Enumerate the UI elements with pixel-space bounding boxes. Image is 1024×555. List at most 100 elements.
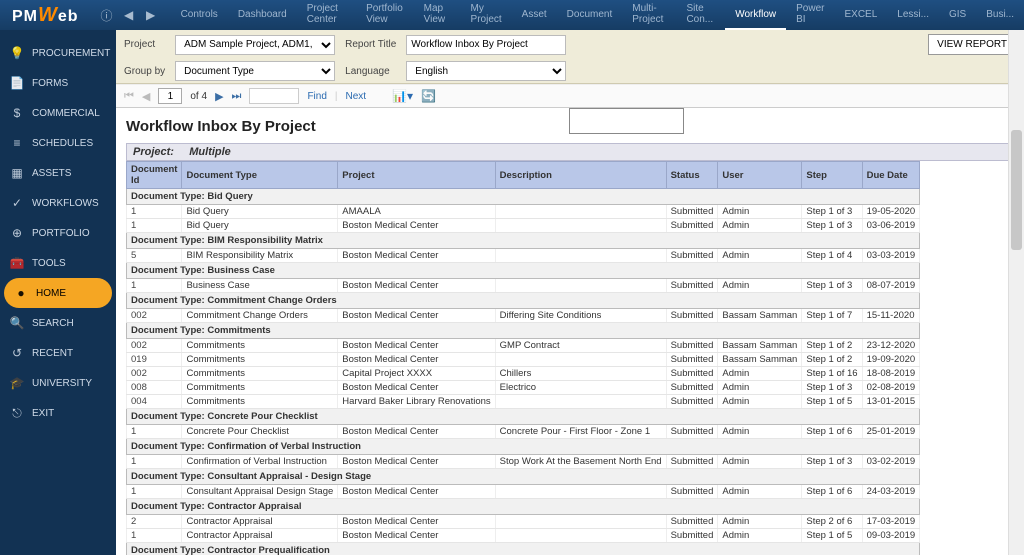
column-header[interactable]: Due Date <box>862 162 920 189</box>
sidebar-item[interactable]: 🔍SEARCH <box>0 308 116 338</box>
sidebar-item[interactable]: 🧰TOOLS <box>0 248 116 278</box>
nav-next-icon[interactable]: ▶ <box>143 7 159 23</box>
sidebar-icon: ▦ <box>10 166 24 180</box>
cell: Step 1 of 6 <box>802 425 862 439</box>
top-menu-item[interactable]: Portfolio View <box>356 0 414 30</box>
group-header[interactable]: Document Type: Concrete Pour Checklist <box>127 409 920 425</box>
group-header[interactable]: Document Type: Commitment Change Orders <box>127 293 920 309</box>
group-header[interactable]: Document Type: Commitments <box>127 323 920 339</box>
table-row[interactable]: 1Concrete Pour ChecklistBoston Medical C… <box>127 425 920 439</box>
pager-prev-icon[interactable]: ◀ <box>142 90 150 103</box>
group-header[interactable]: Document Type: Consultant Appraisal - De… <box>127 469 920 485</box>
sidebar-item[interactable]: ≡SCHEDULES <box>0 128 116 158</box>
top-menu-item[interactable]: Multi-Project <box>622 0 676 30</box>
top-menu-item[interactable]: EXCEL <box>835 0 888 30</box>
group-header[interactable]: Document Type: Bid Query <box>127 189 920 205</box>
sidebar-item[interactable]: 💡PROCUREMENT <box>0 38 116 68</box>
table-row[interactable]: 002Commitment Change OrdersBoston Medica… <box>127 309 920 323</box>
sidebar-item[interactable]: 📄FORMS <box>0 68 116 98</box>
top-menu-item[interactable]: Site Con... <box>676 0 725 30</box>
column-header[interactable]: Step <box>802 162 862 189</box>
table-row[interactable]: 002CommitmentsBoston Medical CenterGMP C… <box>127 339 920 353</box>
cell: Commitments <box>182 339 338 353</box>
sidebar-icon: $ <box>10 106 24 120</box>
refresh-icon[interactable]: 🔄 <box>421 89 436 103</box>
top-menu-item[interactable]: Controls <box>171 0 228 30</box>
cell: Boston Medical Center <box>338 219 495 233</box>
project-band: Project: Multiple <box>126 143 1014 161</box>
table-row[interactable]: 1Consultant Appraisal Design StageBoston… <box>127 485 920 499</box>
table-row[interactable]: 1Bid QueryBoston Medical CenterSubmitted… <box>127 219 920 233</box>
table-row[interactable]: 1Confirmation of Verbal InstructionBosto… <box>127 455 920 469</box>
sidebar-item[interactable]: ✓WORKFLOWS <box>0 188 116 218</box>
top-menu-item[interactable]: Asset <box>512 0 557 30</box>
pager-page-input[interactable] <box>158 88 182 104</box>
table-row[interactable]: 2Contractor AppraisalBoston Medical Cent… <box>127 515 920 529</box>
group-header[interactable]: Document Type: Business Case <box>127 263 920 279</box>
sidebar: 💡PROCUREMENT📄FORMS$COMMERCIAL≡SCHEDULES▦… <box>0 30 116 555</box>
column-header[interactable]: Description <box>495 162 666 189</box>
report-title-input[interactable] <box>406 35 566 55</box>
language-select[interactable]: English <box>406 61 566 81</box>
pager-last-icon[interactable]: ⏭ <box>232 90 242 103</box>
cell: Submitted <box>666 485 718 499</box>
pager-next-icon[interactable]: ▶ <box>215 90 223 103</box>
table-row[interactable]: 1Business CaseBoston Medical CenterSubmi… <box>127 279 920 293</box>
top-menu-item[interactable]: Document <box>557 0 623 30</box>
group-by-select[interactable]: Document Type <box>175 61 335 81</box>
sidebar-item[interactable]: ⎋EXIT <box>0 398 116 428</box>
sidebar-icon: 🔍 <box>10 316 24 330</box>
table-row[interactable]: 019CommitmentsBoston Medical CenterSubmi… <box>127 353 920 367</box>
top-menu-item[interactable]: Map View <box>414 0 461 30</box>
pager-find-link[interactable]: Find <box>307 91 326 102</box>
top-bar-icons: ⓘ ◀ ▶ <box>91 7 167 23</box>
group-header[interactable]: Document Type: Contractor Prequalificati… <box>127 543 920 555</box>
sidebar-item[interactable]: ↺RECENT <box>0 338 116 368</box>
sidebar-item[interactable]: 🎓UNIVERSITY <box>0 368 116 398</box>
nav-prev-icon[interactable]: ◀ <box>121 7 137 23</box>
group-header[interactable]: Document Type: Confirmation of Verbal In… <box>127 439 920 455</box>
cell: Harvard Baker Library Renovations <box>338 395 495 409</box>
pager-first-icon[interactable]: ⏮ <box>124 90 134 103</box>
pager-of-label: of 4 <box>190 91 207 102</box>
table-row[interactable]: 5BIM Responsibility MatrixBoston Medical… <box>127 249 920 263</box>
sidebar-item[interactable]: ⊕PORTFOLIO <box>0 218 116 248</box>
column-header[interactable]: Document Type <box>182 162 338 189</box>
column-header[interactable]: User <box>718 162 802 189</box>
column-header[interactable]: Document Id <box>127 162 182 189</box>
project-select[interactable]: ADM Sample Project, ADM1, AHC01, AM... <box>175 35 335 55</box>
top-menu-item[interactable]: GIS <box>939 0 976 30</box>
table-row[interactable]: 002CommitmentsCapital Project XXXXChille… <box>127 367 920 381</box>
vertical-scrollbar[interactable] <box>1008 30 1024 555</box>
sidebar-item[interactable]: ●HOME <box>4 278 112 308</box>
top-menu: ControlsDashboardProject CenterPortfolio… <box>171 0 1024 30</box>
table-row[interactable]: 004CommitmentsHarvard Baker Library Reno… <box>127 395 920 409</box>
top-menu-item[interactable]: Dashboard <box>228 0 297 30</box>
table-row[interactable]: 1Contractor AppraisalBoston Medical Cent… <box>127 529 920 543</box>
top-menu-item[interactable]: Power BI <box>786 0 834 30</box>
cell: Boston Medical Center <box>338 279 495 293</box>
cell: Consultant Appraisal Design Stage <box>182 485 338 499</box>
view-report-button[interactable]: VIEW REPORT <box>928 34 1016 55</box>
top-menu-item[interactable]: Project Center <box>297 0 356 30</box>
sidebar-item[interactable]: ▦ASSETS <box>0 158 116 188</box>
cell: Commitments <box>182 381 338 395</box>
top-menu-item[interactable]: Lessi... <box>887 0 939 30</box>
table-row[interactable]: 008CommitmentsBoston Medical CenterElect… <box>127 381 920 395</box>
top-menu-item[interactable]: Workflow <box>725 0 786 30</box>
group-header[interactable]: Document Type: BIM Responsibility Matrix <box>127 233 920 249</box>
export-icon[interactable]: 📊▾ <box>392 89 413 103</box>
column-header[interactable]: Project <box>338 162 495 189</box>
column-header[interactable]: Status <box>666 162 718 189</box>
pager-search-input[interactable] <box>249 88 299 104</box>
cell: Boston Medical Center <box>338 339 495 353</box>
table-row[interactable]: 1Bid QueryAMAALASubmittedAdminStep 1 of … <box>127 205 920 219</box>
top-menu-item[interactable]: Busi... <box>976 0 1024 30</box>
pager-next-link[interactable]: Next <box>346 91 367 102</box>
cell: 002 <box>127 339 182 353</box>
top-menu-item[interactable]: My Project <box>461 0 512 30</box>
group-header[interactable]: Document Type: Contractor Appraisal <box>127 499 920 515</box>
info-icon[interactable]: ⓘ <box>99 7 115 23</box>
sidebar-item[interactable]: $COMMERCIAL <box>0 98 116 128</box>
app-logo: PMWeb <box>0 4 91 27</box>
